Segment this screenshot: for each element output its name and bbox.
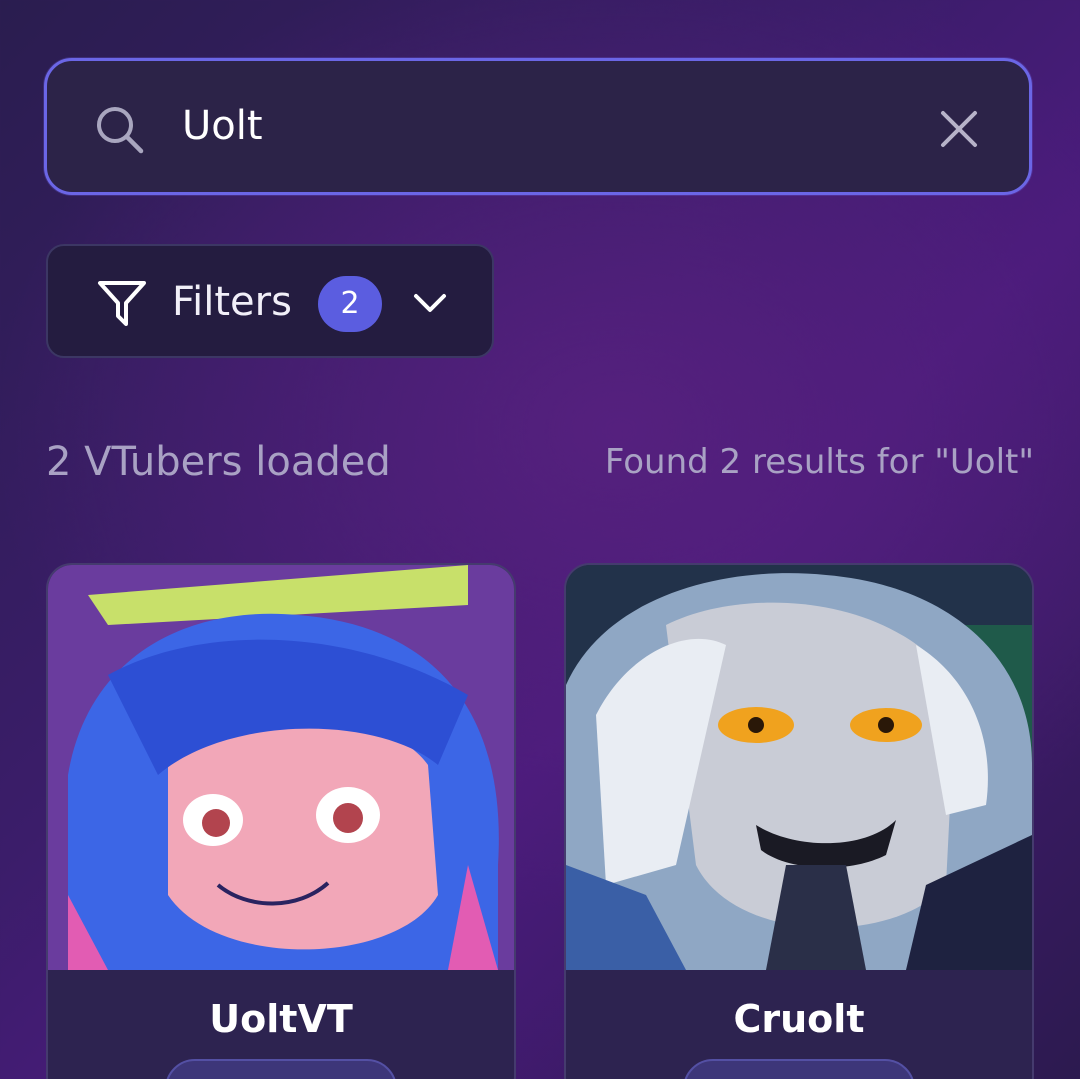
vtuber-name: UoltVT	[209, 997, 353, 1041]
search-icon	[97, 107, 144, 154]
filters-button[interactable]: Filters 2	[46, 244, 494, 358]
results-summary-text: Found 2 results for "Uolt"	[604, 442, 1034, 482]
search-bar[interactable]	[44, 58, 1032, 195]
loaded-count-text: 2 VTubers loaded	[46, 439, 391, 485]
filters-count-badge: 2	[318, 276, 382, 332]
vtuber-avatar	[48, 565, 514, 970]
filters-label: Filters	[172, 279, 292, 325]
chevron-down-icon	[414, 294, 446, 312]
vtuber-avatar	[566, 565, 1032, 970]
vtuber-card[interactable]: UoltVT	[46, 563, 516, 1079]
vtuber-name: Cruolt	[733, 997, 865, 1041]
vtuber-tag	[165, 1059, 397, 1079]
search-input[interactable]	[182, 91, 882, 161]
vtuber-tag	[683, 1059, 915, 1079]
close-icon[interactable]	[939, 109, 979, 149]
vtuber-card[interactable]: Cruolt	[564, 563, 1034, 1079]
filter-icon	[98, 281, 146, 326]
